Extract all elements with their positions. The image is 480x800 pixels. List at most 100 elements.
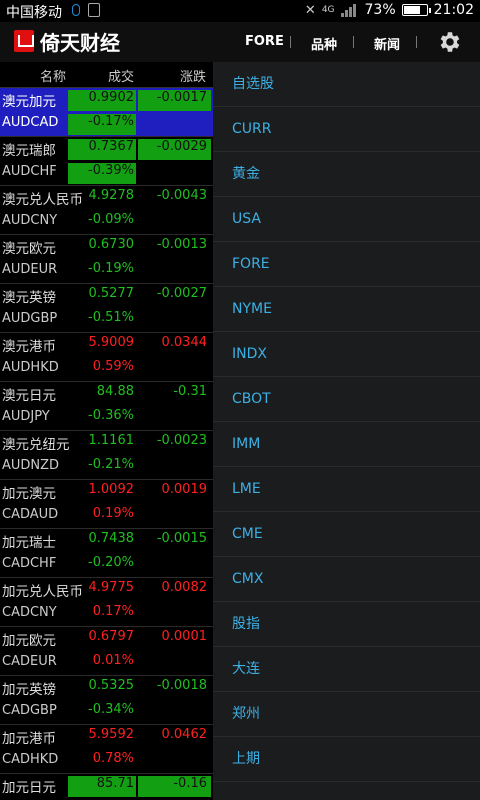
settings-gear-icon[interactable] xyxy=(436,29,462,55)
market-list: 自选股 CURR 黄金 USA FORE NYME INDX CBOT IMM LME CME CMX… xyxy=(213,62,480,782)
market-item[interactable]: 自选股 xyxy=(213,62,480,107)
table-row[interactable]: 加元澳元 CADAUD 1.0092 0.19% 0.0019 xyxy=(0,480,213,529)
market-item[interactable]: 上期 xyxy=(213,737,480,782)
table-row[interactable]: 加元瑞士 CADCHF 0.7438 -0.20% -0.0015 xyxy=(0,529,213,578)
image-icon xyxy=(88,3,100,17)
carrier-label: 中国移动 xyxy=(6,5,62,21)
row-percent: -0.21% xyxy=(88,457,134,472)
row-code: AUDCAD xyxy=(2,115,59,130)
row-percent: -0.19% xyxy=(88,261,134,276)
row-percent: 0.17% xyxy=(92,604,134,619)
market-item[interactable]: CMX xyxy=(213,557,480,602)
row-name: 澳元瑞郎 xyxy=(2,143,56,159)
row-code: CADCNY xyxy=(2,605,57,620)
table-row[interactable]: 加元日元 85.71 -0.16 xyxy=(0,774,213,800)
row-name: 加元英镑 xyxy=(2,682,56,698)
app-title: 倚天财经 xyxy=(40,31,120,55)
row-code: AUDJPY xyxy=(2,409,50,424)
row-change: -0.0015 xyxy=(156,531,207,546)
market-item[interactable]: IMM xyxy=(213,422,480,467)
table-row[interactable]: 澳元加元 AUDCAD 0.9902 -0.17% -0.0017 xyxy=(0,88,213,137)
market-item[interactable]: CBOT xyxy=(213,377,480,422)
table-row[interactable]: 加元英镑 CADGBP 0.5325 -0.34% -0.0018 xyxy=(0,676,213,725)
status-bar: 中国移动 ✕ 4G 73% 21:02 xyxy=(0,0,480,22)
market-item[interactable]: CURR xyxy=(213,107,480,152)
nav-fore[interactable]: FORE xyxy=(245,34,284,49)
row-change: 0.0001 xyxy=(161,629,208,644)
row-price: 84.88 xyxy=(96,384,134,399)
table-row[interactable]: 澳元兑人民币 AUDCNY 4.9278 -0.09% -0.0043 xyxy=(0,186,213,235)
row-price: 5.9592 xyxy=(88,727,135,742)
row-change: -0.0018 xyxy=(156,678,207,693)
nav-varieties[interactable]: 品种 xyxy=(311,34,337,53)
row-name: 澳元港币 xyxy=(2,339,56,355)
row-percent: -0.36% xyxy=(88,408,134,423)
table-row[interactable]: 澳元港币 AUDHKD 5.9009 0.59% 0.0344 xyxy=(0,333,213,382)
row-code: CADAUD xyxy=(2,507,59,522)
row-change: 0.0019 xyxy=(161,482,208,497)
row-change: -0.31 xyxy=(173,384,207,399)
row-price: 1.1161 xyxy=(88,433,135,448)
row-name: 澳元英镑 xyxy=(2,290,56,306)
table-row[interactable]: 澳元兑纽元 AUDNZD 1.1161 -0.21% -0.0023 xyxy=(0,431,213,480)
table-row[interactable]: 澳元英镑 AUDGBP 0.5277 -0.51% -0.0027 xyxy=(0,284,213,333)
row-change: 0.0462 xyxy=(161,727,208,742)
table-row[interactable]: 加元兑人民币 CADCNY 4.9775 0.17% 0.0082 xyxy=(0,578,213,627)
table-row[interactable]: 澳元日元 AUDJPY 84.88 -0.36% -0.31 xyxy=(0,382,213,431)
clock: 21:02 xyxy=(433,2,474,18)
row-change: -0.0017 xyxy=(138,90,211,111)
row-change: -0.0013 xyxy=(156,237,207,252)
table-body: 澳元加元 AUDCAD 0.9902 -0.17% -0.0017 澳元瑞郎 AUDCHF 0… xyxy=(0,88,213,800)
signal-icon xyxy=(340,3,359,17)
battery-icon xyxy=(401,4,431,16)
row-percent: -0.39% xyxy=(68,163,136,184)
row-code: CADEUR xyxy=(2,654,57,669)
table-row[interactable]: 加元欧元 CADEUR 0.6797 0.01% 0.0001 xyxy=(0,627,213,676)
row-change: -0.16 xyxy=(138,776,211,797)
market-item[interactable]: CME xyxy=(213,512,480,557)
location-icon xyxy=(72,4,80,16)
row-change: -0.0023 xyxy=(156,433,207,448)
mute-icon: ✕ xyxy=(304,2,316,18)
market-item[interactable]: 股指 xyxy=(213,602,480,647)
quote-table: 名称 成交 涨跌 澳元加元 AUDCAD 0.9902 -0.17% -0.0017 澳元… xyxy=(0,62,213,800)
row-price: 85.71 xyxy=(68,776,136,797)
table-row[interactable]: 澳元欧元 AUDEUR 0.6730 -0.19% -0.0013 xyxy=(0,235,213,284)
header-change: 涨跌 xyxy=(180,70,207,85)
row-name: 澳元欧元 xyxy=(2,241,56,257)
row-percent: 0.59% xyxy=(92,359,134,374)
market-item[interactable]: NYME xyxy=(213,287,480,332)
market-item[interactable]: 黄金 xyxy=(213,152,480,197)
row-name: 加元瑞士 xyxy=(2,535,56,551)
battery-label: 73% xyxy=(364,2,396,18)
market-item[interactable]: FORE xyxy=(213,242,480,287)
status-right: ✕ 4G 73% 21:02 xyxy=(305,2,474,18)
market-item[interactable]: USA xyxy=(213,197,480,242)
table-row[interactable]: 加元港币 CADHKD 5.9592 0.78% 0.0462 xyxy=(0,725,213,774)
row-code: AUDGBP xyxy=(2,311,58,326)
row-price: 0.6730 xyxy=(88,237,135,252)
row-name: 加元日元 xyxy=(2,780,56,796)
row-name: 加元港币 xyxy=(2,731,56,747)
row-percent: -0.09% xyxy=(88,212,134,227)
row-price: 0.5325 xyxy=(88,678,135,693)
row-name: 澳元日元 xyxy=(2,388,56,404)
nav-news[interactable]: 新闻 xyxy=(374,34,400,53)
market-item[interactable]: 郑州 xyxy=(213,692,480,737)
row-price: 4.9775 xyxy=(88,580,135,595)
row-price: 0.9902 xyxy=(68,90,136,111)
row-code: AUDCNY xyxy=(2,213,58,228)
row-percent: 0.01% xyxy=(92,653,134,668)
market-item[interactable]: INDX xyxy=(213,332,480,377)
market-item[interactable]: 大连 xyxy=(213,647,480,692)
row-name: 澳元加元 xyxy=(2,94,56,110)
row-price: 1.0092 xyxy=(88,482,135,497)
table-row[interactable]: 澳元瑞郎 AUDCHF 0.7367 -0.39% -0.0029 xyxy=(0,137,213,186)
app-bar: 倚天财经 FORE 品种 新闻 xyxy=(0,22,480,62)
row-percent: 0.19% xyxy=(92,506,134,521)
row-price: 0.5277 xyxy=(88,286,135,301)
row-name: 加元欧元 xyxy=(2,633,56,649)
market-item[interactable]: LME xyxy=(213,467,480,512)
row-change: 0.0344 xyxy=(161,335,208,350)
header-name: 名称 xyxy=(40,70,67,85)
